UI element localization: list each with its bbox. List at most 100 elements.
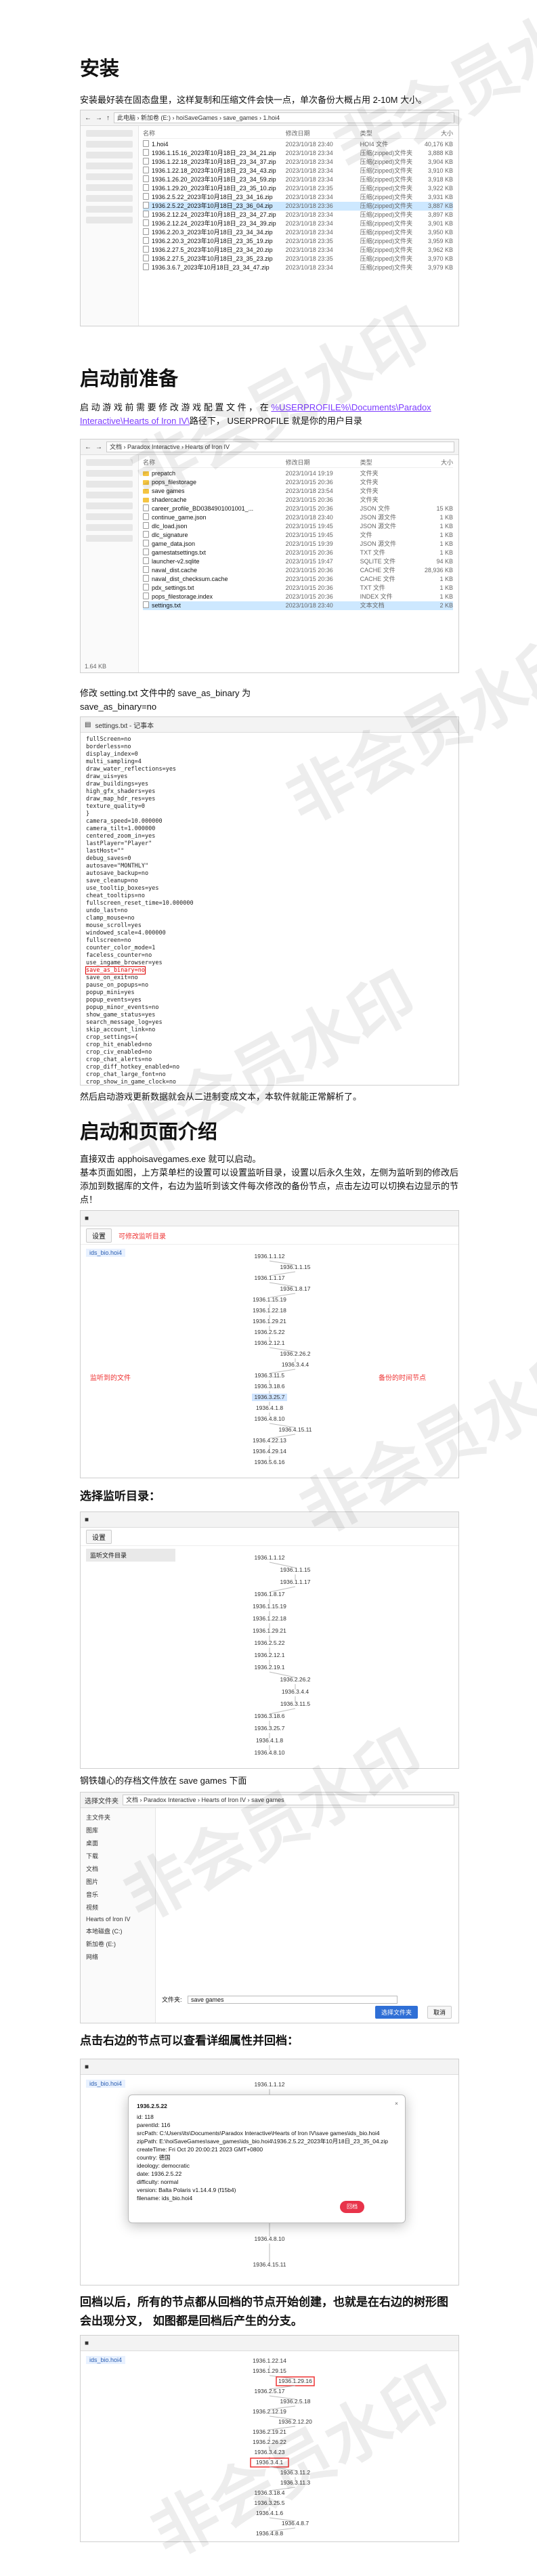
file-row[interactable]: 1936.2.20.3_2023年10月18日_23_35_19.zip 2023…	[143, 237, 453, 246]
tree-node[interactable]: 1936.1.22.14	[253, 2357, 286, 2364]
tree-node[interactable]: 1936.2.12.1	[255, 1339, 285, 1346]
file-row[interactable]: dlc_signature 2023/10/15 19:45 文件 1 KB	[143, 531, 453, 540]
tree-node[interactable]: 1936.2.5.17	[255, 2388, 285, 2395]
file-row[interactable]: naval_dist_checksum.cache 2023/10/15 20:3…	[143, 575, 453, 584]
tree-node[interactable]: 1936.3.4.1	[256, 2459, 283, 2466]
tree-node[interactable]: 1936.1.1.17	[280, 1579, 311, 1585]
column-header[interactable]: 大小	[416, 458, 453, 467]
file-row[interactable]: 1936.1.26.20_2023年10月18日_23_34_59.zip 202…	[143, 175, 453, 184]
tree-node[interactable]: 1936.4.1.8	[256, 1737, 283, 1744]
tree-node[interactable]: 1936.3.4.4	[282, 1361, 309, 1368]
column-header[interactable]: 类型	[360, 129, 416, 138]
file-row[interactable]: 1936.2.27.5_2023年10月18日_23_34_20.zip 2023…	[143, 246, 453, 255]
sidebar-item[interactable]: 图库	[81, 1824, 155, 1837]
sidebar-item[interactable]: Hearts of Iron IV	[81, 1914, 155, 1925]
tree-node[interactable]: 1936.1.1.15	[280, 1264, 311, 1270]
sidebar-item[interactable]: 新加卷 (E:)	[81, 1937, 155, 1950]
tree-node[interactable]: 1936.4.8.7	[282, 2520, 309, 2527]
tree-node[interactable]: 1936.3.11.5	[280, 1700, 311, 1707]
tree-node[interactable]: 1936.1.29.21	[253, 1318, 286, 1325]
file-row[interactable]: pops_filestorage 2023/10/15 20:36 文件夹	[143, 478, 453, 487]
tree-node[interactable]: 1936.3.11.5	[255, 1372, 285, 1379]
tree-node[interactable]: 1936.4.8.10	[255, 2235, 285, 2242]
tree-node[interactable]: 1936.1.15.19	[253, 1296, 286, 1303]
file-row[interactable]: 1936.2.20.3_2023年10月18日_23_34_34.zip 2023…	[143, 228, 453, 237]
tree-node[interactable]: 1936.1.1.12	[255, 1253, 285, 1260]
tree-node[interactable]: 1936.1.22.18	[253, 1615, 286, 1622]
column-header[interactable]: 名称	[143, 458, 286, 467]
sidebar-item[interactable]: 图片	[81, 1875, 155, 1888]
file-row[interactable]: career_profile_BD0384901001001_... 2023/1…	[143, 505, 453, 513]
file-row[interactable]: 1936.1.15.16_2023年10月18日_23_34_21.zip 202…	[143, 149, 453, 158]
tree-node[interactable]: 1936.5.6.16	[255, 1459, 285, 1465]
column-header[interactable]: 大小	[416, 129, 453, 138]
tree-node[interactable]: 1936.4.15.11	[253, 2261, 286, 2268]
tree-node[interactable]: 1936.2.26.2	[280, 1350, 311, 1357]
tree-node[interactable]: 1936.1.8.17	[280, 1285, 311, 1292]
sidebar-item[interactable]: 桌面	[81, 1837, 155, 1849]
address-bar[interactable]: 文档 › Paradox Interactive › Hearts of Iro…	[106, 442, 454, 452]
tree-node[interactable]: 1936.4.29.14	[253, 1448, 286, 1455]
tree-node[interactable]: 1936.4.8.10	[255, 1415, 285, 1422]
settings-menu-button[interactable]: 设置	[86, 1228, 112, 1243]
sidebar-item[interactable]: 视频	[81, 1901, 155, 1914]
file-row[interactable]: 1936.1.22.18_2023年10月18日_23_34_37.zip 202…	[143, 158, 453, 167]
file-row[interactable]: 1936.1.29.20_2023年10月18日_23_35_10.zip 202…	[143, 184, 453, 193]
file-row[interactable]: 1936.1.22.18_2023年10月18日_23_34_43.zip 202…	[143, 167, 453, 175]
file-row[interactable]: 1936.2.5.22_2023年10月18日_23_34_16.zip 2023…	[143, 193, 453, 202]
file-row[interactable]: 1936.2.27.5_2023年10月18日_23_35_23.zip 2023…	[143, 255, 453, 263]
tree-node[interactable]: 1936.3.4.23	[255, 2449, 285, 2455]
tree-node[interactable]: 1936.1.1.12	[255, 1554, 285, 1561]
column-header[interactable]: 名称	[143, 129, 286, 138]
file-row[interactable]: prepatch 2023/10/14 19:19 文件夹	[143, 469, 453, 478]
tree-node[interactable]: 1936.2.12.19	[253, 2408, 286, 2415]
file-row[interactable]: pops_filestorage.index 2023/10/15 20:36 IN…	[143, 593, 453, 601]
file-row[interactable]: game_data.json 2023/10/15 19:39 JSON 源文件 1 …	[143, 540, 453, 549]
tree-node[interactable]: 1936.4.1.6	[256, 2510, 283, 2516]
tree-node[interactable]: 1936.1.22.18	[253, 1307, 286, 1314]
file-row[interactable]: 1936.2.5.22_2023年10月18日_23_36_04.zip 2023…	[143, 202, 453, 211]
file-row[interactable]: 1.hoi4 2023/10/18 23:40 HOI4 文件 40,176 KB	[143, 140, 453, 149]
up-arrow-icon[interactable]: ↑	[106, 114, 110, 122]
tree-node[interactable]: 1936.4.8.10	[255, 1749, 285, 1756]
tree-node[interactable]: 1936.1.8.17	[255, 1591, 285, 1597]
file-row[interactable]: 1936.2.12.24_2023年10月18日_23_34_39.zip 202…	[143, 219, 453, 228]
tree-node[interactable]: 1936.4.8.8	[256, 2530, 283, 2537]
file-row[interactable]: naval_dist.cache 2023/10/15 20:36 CACHE 文件…	[143, 566, 453, 575]
tree-node[interactable]: 1936.2.19.21	[253, 2428, 286, 2435]
file-row[interactable]: launcher-v2.sqlite 2023/10/15 19:47 SQLITE…	[143, 557, 453, 566]
tree-node[interactable]: 1936.4.22.13	[253, 1437, 286, 1444]
tree-node[interactable]: 1936.2.26.2	[280, 1676, 311, 1683]
tree-node[interactable]: 1936.2.12.1	[255, 1652, 285, 1658]
sidebar-item[interactable]: 下载	[81, 1849, 155, 1862]
tree-node[interactable]: 1936.2.5.22	[255, 1639, 285, 1646]
tree-node[interactable]: 1936.2.26.22	[253, 2439, 286, 2445]
back-arrow-icon[interactable]: ←	[85, 114, 91, 122]
tree-node[interactable]: 1936.3.11.2	[280, 2469, 311, 2476]
back-arrow-icon[interactable]: ←	[85, 444, 91, 451]
rollback-button[interactable]: 回档	[340, 2201, 364, 2213]
tree-node[interactable]: 1936.3.18.6	[255, 1713, 285, 1719]
column-header[interactable]: 修改日期	[286, 458, 360, 467]
settings-menu-button[interactable]: 设置	[86, 1529, 112, 1544]
forward-arrow-icon[interactable]: →	[95, 444, 102, 451]
tree-node[interactable]: 1936.1.1.17	[255, 1274, 285, 1281]
tree-node[interactable]: 1936.3.25.7	[255, 1394, 285, 1400]
cancel-button[interactable]: 取消	[427, 2006, 452, 2019]
tree-node[interactable]: 1936.3.18.4	[255, 2489, 285, 2496]
sidebar-item[interactable]: 主文件夹	[81, 1811, 155, 1824]
select-folder-button[interactable]: 选择文件夹	[374, 2006, 418, 2019]
tree-node[interactable]: 1936.3.25.5	[255, 2499, 285, 2506]
tree-node[interactable]: 1936.2.5.22	[255, 1329, 285, 1335]
sidebar-item[interactable]: 音乐	[81, 1888, 155, 1901]
address-bar[interactable]: 文档 › Paradox Interactive › Hearts of Iro…	[123, 1795, 454, 1805]
sidebar-item[interactable]: 文档	[81, 1862, 155, 1875]
folder-name-input[interactable]: save games	[188, 1996, 398, 2004]
file-row[interactable]: pdx_settings.txt 2023/10/15 20:36 TXT 文件 1 …	[143, 584, 453, 593]
tree-node[interactable]: 1936.4.1.8	[256, 1404, 283, 1411]
tree-node[interactable]: 1936.1.29.16	[278, 2378, 312, 2384]
sidebar-item[interactable]: 网络	[81, 1950, 155, 1963]
file-row[interactable]: 1936.3.6.7_2023年10月18日_23_34_47.zip 2023/…	[143, 263, 453, 272]
address-bar[interactable]: 此电脑 › 新加卷 (E:) › hoiSaveGames › save_gam…	[114, 112, 454, 123]
tree-node[interactable]: 1936.2.12.20	[278, 2418, 312, 2425]
